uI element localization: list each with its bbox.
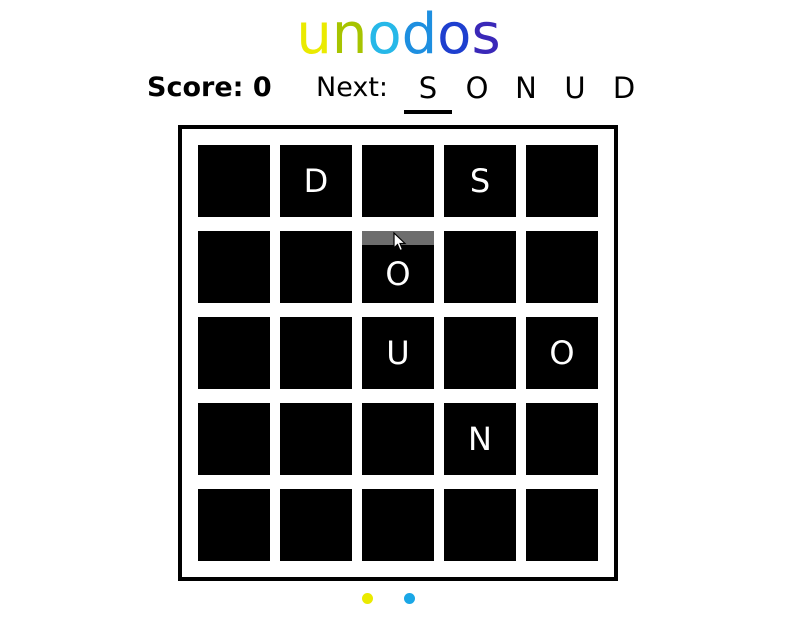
board-cell[interactable]: U [362,317,434,389]
arrow-cursor-icon [393,232,407,252]
title-letter: n [331,2,368,67]
board-cell[interactable] [280,317,352,389]
score-display: Score: 0 [147,72,272,103]
board-cell[interactable] [362,403,434,475]
board-cell[interactable] [198,403,270,475]
board-cell[interactable] [526,145,598,217]
title-letter: o [437,2,472,67]
next-letter: N [515,71,537,105]
title-letter: s [471,2,501,67]
board-cell[interactable]: S [444,145,516,217]
board-cell[interactable] [280,403,352,475]
board-cell[interactable] [444,489,516,561]
board-cell[interactable]: N [444,403,516,475]
current-letter-indicator [404,110,452,114]
board-cell[interactable] [444,231,516,303]
page-dot[interactable] [404,593,415,604]
board-cell[interactable] [526,231,598,303]
board-cell[interactable] [198,489,270,561]
game-title: unodos [0,0,797,70]
board-cell[interactable] [280,231,352,303]
board-cell[interactable] [198,145,270,217]
board-cell[interactable] [198,231,270,303]
board-cell[interactable] [526,403,598,475]
game-board: DSOUON [178,125,618,581]
board-cell[interactable] [362,145,434,217]
board-cell[interactable] [526,489,598,561]
title-letter: o [367,2,402,67]
board-cell[interactable] [362,489,434,561]
next-letter: D [612,71,636,105]
next-label: Next: [316,72,388,103]
board-cell[interactable] [198,317,270,389]
page-dot[interactable] [362,593,373,604]
board-cell[interactable] [280,489,352,561]
next-letter: S [418,71,438,105]
title-letter: u [296,2,332,67]
board-cell[interactable] [444,317,516,389]
board-cell[interactable]: D [280,145,352,217]
next-letter: O [465,71,489,105]
next-letter: U [564,71,586,105]
title-letter: d [401,2,438,67]
board-cell[interactable]: O [526,317,598,389]
